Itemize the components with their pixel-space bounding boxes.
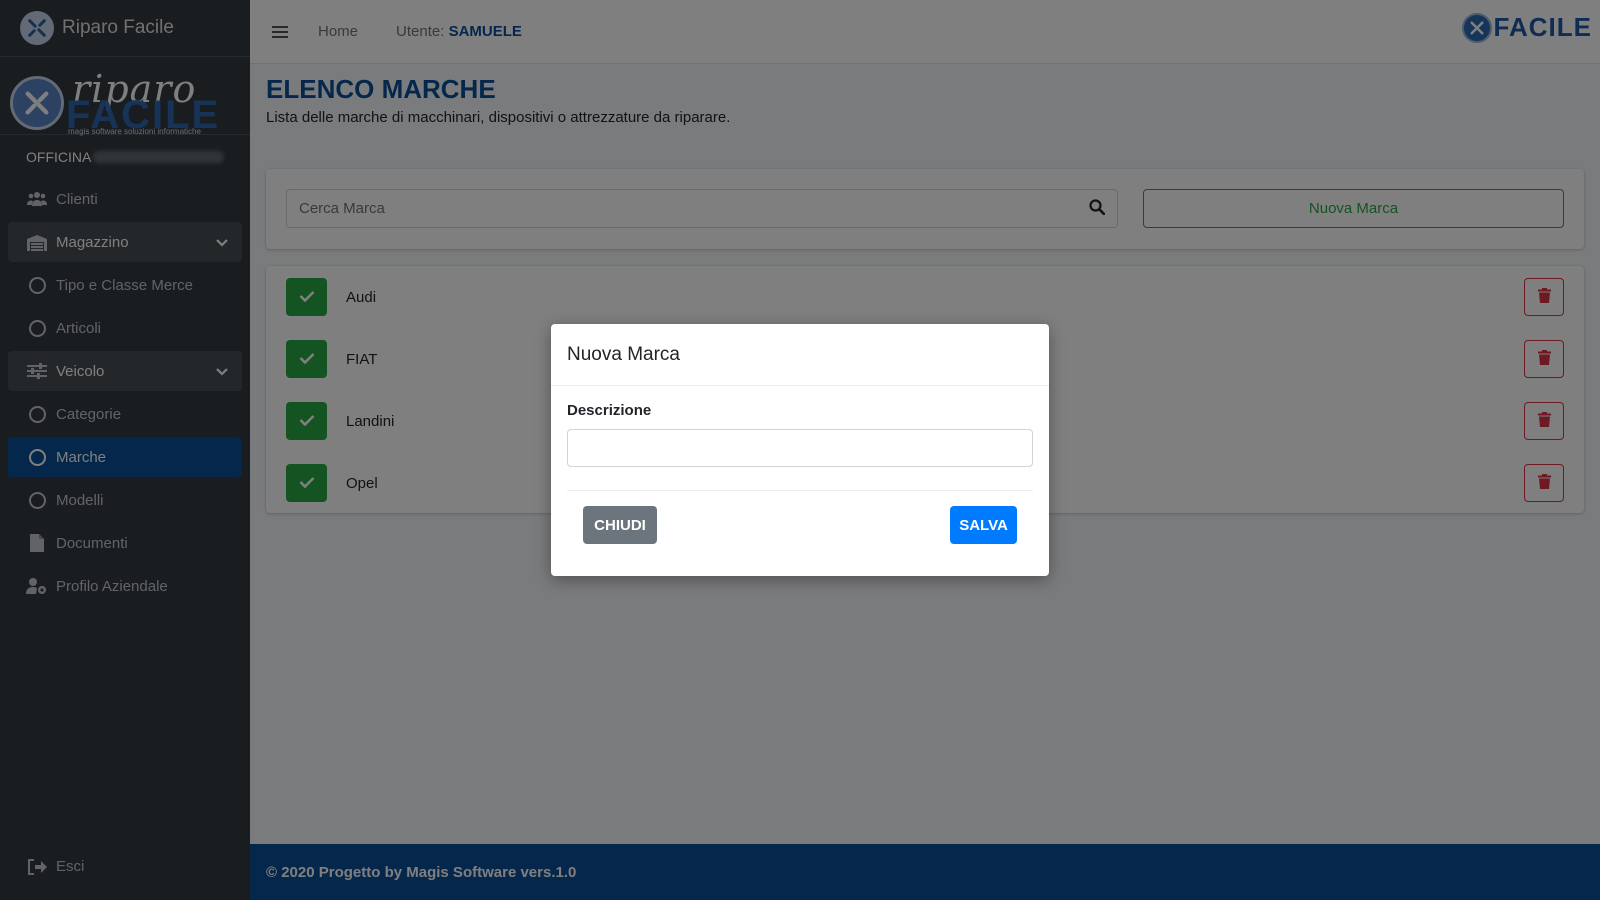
- description-label: Descrizione: [567, 402, 652, 419]
- modal-header: Nuova Marca: [551, 324, 1049, 386]
- new-brand-modal: Nuova Marca Descrizione CHIUDI SALVA: [551, 324, 1049, 576]
- modal-title: Nuova Marca: [567, 343, 680, 365]
- modal-body: Descrizione: [551, 386, 1049, 483]
- close-button[interactable]: CHIUDI: [583, 506, 657, 544]
- description-input[interactable]: [567, 429, 1033, 467]
- modal-divider: [567, 490, 1033, 491]
- save-button[interactable]: SALVA: [950, 506, 1017, 544]
